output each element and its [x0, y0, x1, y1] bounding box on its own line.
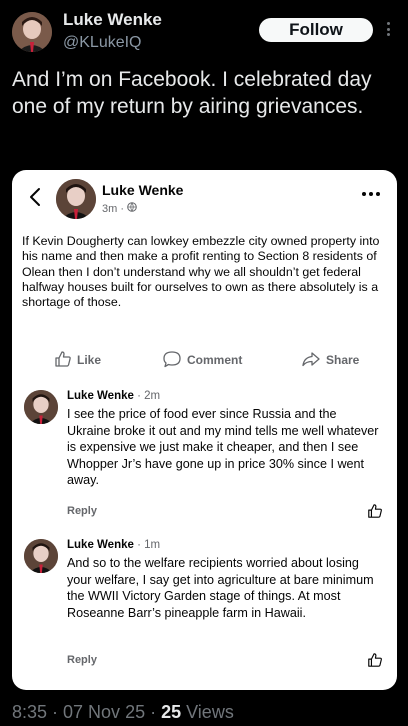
back-chevron-icon: [26, 185, 44, 209]
embedded-facebook-screenshot[interactable]: Luke Wenke 3m · If Kevin Dougherty can l…: [12, 170, 397, 690]
three-dots-icon: [362, 192, 380, 196]
thumbs-up-icon: [54, 350, 72, 371]
like-label: Like: [77, 353, 102, 367]
share-label: Share: [326, 353, 360, 367]
timestamp-text: 8:35 · 07 Nov 25 ·: [12, 702, 162, 722]
post-meta: 3m ·: [102, 202, 137, 215]
avatar: [24, 539, 58, 573]
author-handle[interactable]: @KLukeIQ: [63, 34, 142, 52]
avatar: [24, 390, 58, 424]
three-dots-icon[interactable]: [384, 19, 392, 39]
avatar[interactable]: [12, 12, 52, 52]
tweet-timestamp[interactable]: 8:35 · 07 Nov 25 · 25 Views: [12, 702, 234, 723]
post-actions: Like Comment Share: [12, 348, 397, 372]
globe-icon: [127, 202, 137, 215]
tweet-text: And I’m on Facebook. I celebrated day on…: [12, 68, 372, 118]
comment-time: · 2m: [133, 390, 161, 402]
comment-author-name: Luke Wenke: [67, 539, 134, 551]
reply-link: Reply: [67, 654, 97, 666]
comment-author: Luke Wenke · 2m: [67, 390, 160, 402]
thumbs-up-icon: [367, 652, 383, 668]
avatar: [56, 179, 96, 219]
speech-bubble-icon: [162, 350, 182, 371]
views-label: Views: [181, 702, 234, 722]
comment-button: Comment: [162, 348, 242, 372]
share-arrow-icon: [301, 350, 321, 371]
tweet-header: Luke Wenke @KLukeIQ Follow: [0, 0, 408, 62]
post-time: 3m ·: [102, 202, 124, 215]
comment-label: Comment: [187, 353, 243, 367]
comment-author-name: Luke Wenke: [67, 390, 134, 402]
comment-time: · 1m: [133, 539, 161, 551]
follow-button[interactable]: Follow: [259, 18, 373, 42]
views-count: 25: [161, 702, 182, 722]
reply-link: Reply: [67, 505, 97, 517]
author-name[interactable]: Luke Wenke: [63, 10, 162, 30]
post-text: If Kevin Dougherty can lowkey embezzle c…: [22, 234, 380, 310]
post-author-name: Luke Wenke: [102, 182, 184, 198]
comment-text: I see the price of food ever since Russi…: [67, 407, 379, 488]
share-button: Share: [301, 348, 359, 372]
thumbs-up-icon: [367, 503, 383, 519]
like-button: Like: [54, 348, 101, 372]
comment-text: And so to the welfare recipients worried…: [67, 556, 374, 620]
comment-author: Luke Wenke · 1m: [67, 539, 160, 551]
